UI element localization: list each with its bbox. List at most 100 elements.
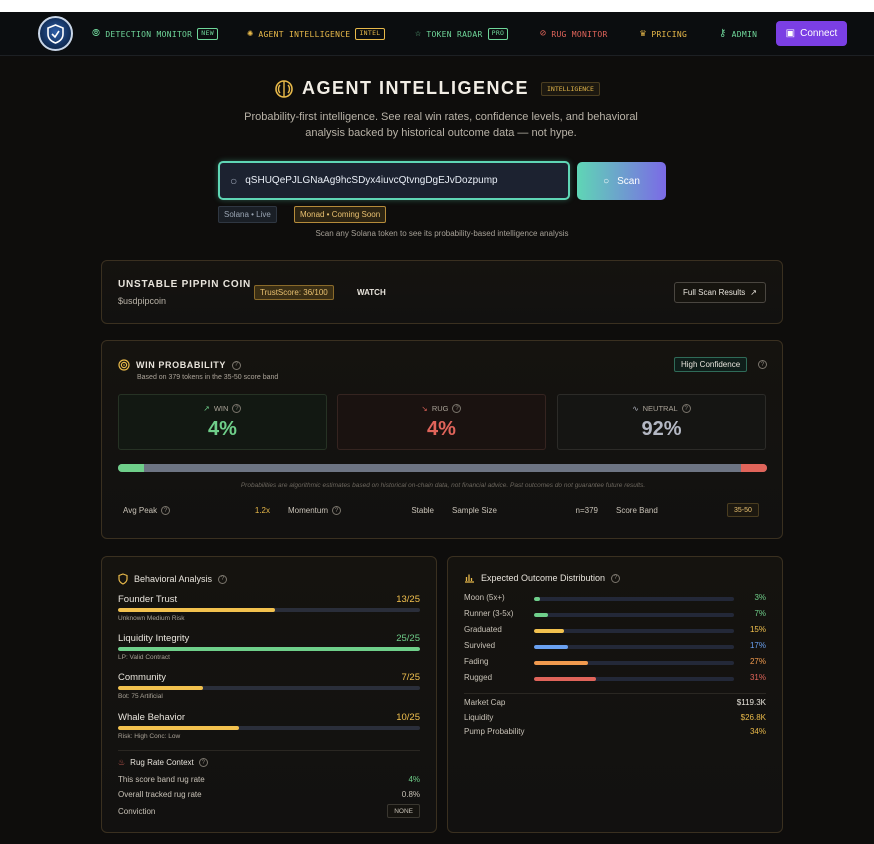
market-value: 34% bbox=[749, 727, 766, 736]
token-name: UNSTABLE PIPPIN COIN bbox=[118, 279, 252, 290]
alert-icon: ⊘ bbox=[540, 28, 547, 39]
full-scan-results-button[interactable]: Full Scan Results ↗ bbox=[674, 282, 766, 303]
chip-label: Solana • Live bbox=[224, 210, 271, 219]
outcome-fill bbox=[534, 629, 564, 633]
nav-admin[interactable]: ⚷ ADMIN bbox=[719, 25, 757, 43]
browser-top-strip bbox=[0, 0, 874, 12]
outcome-name: Survived bbox=[464, 641, 496, 650]
fingerprint-icon: ⦾ bbox=[92, 28, 101, 39]
token-symbol: $usdpipcoin bbox=[118, 296, 167, 306]
outcome-fill bbox=[534, 661, 588, 665]
behavior-name: Liquidity Integrity bbox=[118, 633, 190, 644]
nav-label: TOKEN RADAR bbox=[426, 29, 483, 39]
market-value: $26.8K bbox=[740, 713, 766, 722]
stat-avg-peak-label: Avg Peak? bbox=[123, 506, 171, 515]
behavior-score: 25/25 bbox=[396, 633, 420, 644]
market-row: Liquidity $26.8K bbox=[464, 713, 766, 722]
shield-logo-icon[interactable] bbox=[38, 16, 73, 51]
outcome-track bbox=[534, 645, 734, 649]
chain-chip-monad[interactable]: Monad • Coming Soon bbox=[294, 206, 387, 223]
behavior-score: 13/25 bbox=[396, 594, 420, 605]
win-probability-box: ↗ WIN? 4% bbox=[118, 394, 327, 450]
disclaimer: Probabilities are algorithmic estimates … bbox=[240, 482, 646, 489]
win-probability-card: WIN PROBABILITY ? Based on 379 tokens in… bbox=[101, 340, 783, 539]
expected-outcome-header: Expected Outcome Distribution ? bbox=[464, 573, 621, 583]
outcome-row: Fading 27% bbox=[464, 657, 766, 669]
outcome-track bbox=[534, 677, 734, 681]
scan-button[interactable]: ○ Scan bbox=[577, 162, 666, 200]
stat-label: Score Band bbox=[616, 506, 658, 515]
outcome-percent: 3% bbox=[754, 593, 766, 602]
help-icon[interactable]: ? bbox=[232, 360, 241, 370]
token-summary-card: UNSTABLE PIPPIN COIN $usdpipcoin TrustSc… bbox=[101, 260, 783, 324]
outcome-name: Runner (3-5x) bbox=[464, 609, 514, 618]
outcome-track bbox=[534, 597, 734, 601]
shield-icon bbox=[118, 573, 128, 585]
help-icon[interactable]: ? bbox=[198, 758, 208, 767]
market-row: Market Cap $119.3K bbox=[464, 698, 766, 707]
outcome-track bbox=[534, 629, 734, 633]
chain-chip-solana[interactable]: Solana • Live bbox=[218, 206, 277, 223]
outcome-row: Graduated 15% bbox=[464, 625, 766, 637]
rug-value: 4% bbox=[427, 418, 456, 440]
token-search-box[interactable]: ○ bbox=[218, 161, 570, 200]
stat-score-band-value: 35-50 bbox=[727, 503, 759, 517]
token-address-input[interactable] bbox=[245, 175, 546, 186]
outcome-percent: 15% bbox=[749, 625, 766, 634]
win-value: 4% bbox=[208, 418, 237, 440]
behavioral-analysis-title: Behavioral Analysis bbox=[134, 574, 213, 584]
page-title-badge: INTELLIGENCE bbox=[541, 81, 600, 96]
behavior-fill bbox=[118, 647, 420, 651]
nav-badge-pro: PRO bbox=[487, 28, 509, 40]
activity-icon: ∿ bbox=[632, 404, 639, 413]
neutral-value: 92% bbox=[641, 418, 682, 440]
nav-token-radar[interactable]: ☆ TOKEN RADAR PRO bbox=[415, 25, 509, 43]
stat-momentum-label: Momentum? bbox=[288, 506, 342, 515]
help-icon[interactable]: ? bbox=[232, 404, 242, 413]
nav-label: AGENT INTELLIGENCE bbox=[258, 29, 351, 39]
page-title: AGENT INTELLIGENCE bbox=[302, 78, 530, 98]
behavior-name: Community bbox=[118, 672, 167, 683]
stat-label: Sample Size bbox=[452, 506, 497, 515]
behavior-name: Founder Trust bbox=[118, 594, 178, 605]
win-probability-title: WIN PROBABILITY bbox=[136, 360, 226, 370]
nav-rug-monitor[interactable]: ⊘ RUG MONITOR bbox=[540, 25, 608, 43]
nav-pricing[interactable]: ♛ PRICING bbox=[640, 25, 687, 43]
behavioral-analysis-header: Behavioral Analysis ? bbox=[118, 573, 228, 585]
trend-down-icon: ↘ bbox=[421, 404, 428, 413]
outcome-fill bbox=[534, 613, 548, 617]
rug-rate-label: This score band rug rate bbox=[118, 775, 205, 784]
outcome-name: Graduated bbox=[464, 625, 502, 634]
help-icon[interactable]: ? bbox=[681, 404, 691, 413]
help-icon[interactable]: ? bbox=[452, 404, 462, 413]
market-row: Pump Probability 34% bbox=[464, 727, 766, 736]
behavior-note: Bot: 75 Artificial bbox=[118, 693, 163, 700]
market-label: Liquidity bbox=[464, 713, 494, 722]
win-probability-subtitle: Based on 379 tokens in the 35-50 score b… bbox=[137, 374, 279, 381]
behavior-note: LP: Valid Contract bbox=[118, 654, 170, 661]
outcome-percent: 17% bbox=[749, 641, 766, 650]
connect-button[interactable]: ▣ Connect bbox=[776, 21, 847, 46]
help-icon[interactable]: ? bbox=[161, 506, 171, 515]
stat-label: Momentum bbox=[288, 506, 329, 515]
nav-detection-monitor[interactable]: ⦾ DETECTION MONITOR NEW bbox=[92, 25, 218, 43]
win-probability-header: WIN PROBABILITY ? bbox=[118, 359, 241, 371]
rug-rate-value: 0.8% bbox=[401, 790, 420, 799]
win-label: WIN bbox=[213, 404, 229, 413]
nav-agent-intelligence[interactable]: ✺ AGENT INTELLIGENCE INTEL bbox=[247, 25, 385, 43]
rug-rate-row: This score band rug rate 4% bbox=[118, 775, 420, 784]
help-icon[interactable]: ? bbox=[332, 506, 342, 515]
outcome-name: Rugged bbox=[464, 673, 493, 682]
conviction-row: Conviction NONE bbox=[118, 804, 420, 818]
help-icon[interactable]: ? bbox=[218, 574, 228, 584]
search-icon: ○ bbox=[230, 173, 238, 188]
help-icon[interactable]: ? bbox=[758, 360, 767, 369]
wallet-icon: ▣ bbox=[785, 28, 796, 39]
help-icon[interactable]: ? bbox=[611, 573, 621, 583]
outcome-name: Fading bbox=[464, 657, 489, 666]
outcome-name: Moon (5x+) bbox=[464, 593, 505, 602]
behavior-track bbox=[118, 726, 420, 730]
probability-bar-rug-segment bbox=[741, 464, 767, 472]
nav-label: ADMIN bbox=[731, 29, 758, 39]
behavior-fill bbox=[118, 726, 239, 730]
